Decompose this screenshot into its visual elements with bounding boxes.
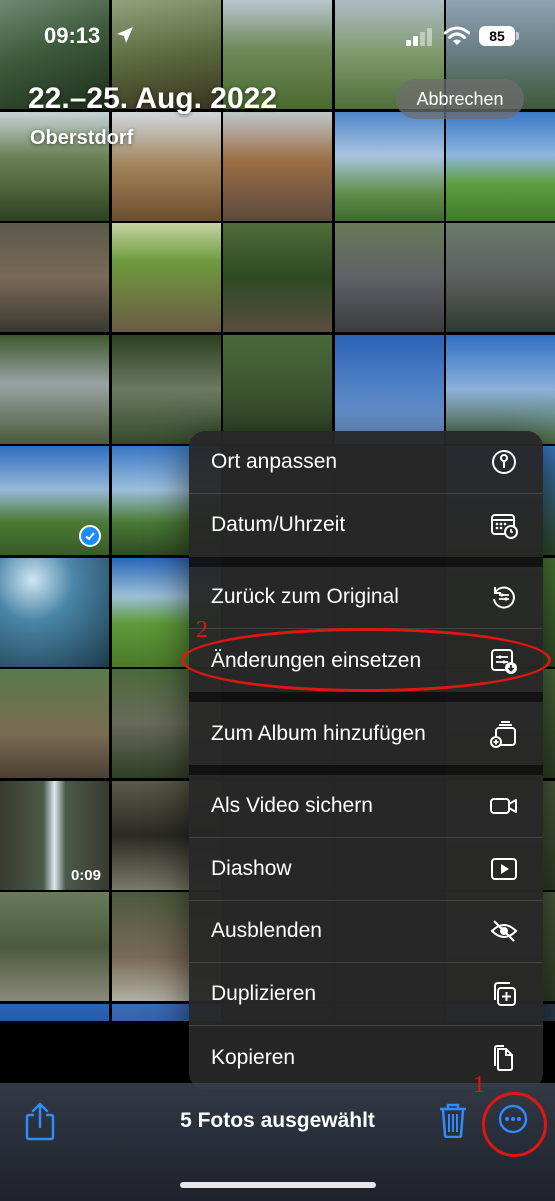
- revert-icon: [489, 582, 519, 612]
- add-album-icon: [489, 719, 519, 749]
- menu-item-slideshow[interactable]: Diashow: [189, 838, 543, 901]
- battery-cap: [516, 32, 519, 40]
- photo-thumbnail[interactable]: [0, 557, 109, 667]
- cancel-button[interactable]: Abbrechen: [396, 79, 524, 119]
- photo-thumbnail[interactable]: [223, 223, 332, 332]
- photo-thumbnail[interactable]: [223, 111, 332, 221]
- menu-item-label: Als Video sichern: [211, 793, 373, 817]
- video-thumbnail[interactable]: 0:09: [0, 780, 109, 890]
- eye-slash-icon: [489, 916, 519, 946]
- duplicate-icon: [489, 979, 519, 1009]
- menu-item-label: Duplizieren: [211, 982, 317, 1006]
- menu-item-revert-original[interactable]: Zurück zum Original: [189, 567, 543, 630]
- photo-thumbnail[interactable]: [0, 669, 109, 778]
- photo-thumbnail[interactable]: [0, 334, 109, 444]
- annotation-circle-more: [482, 1092, 547, 1157]
- photo-thumbnail[interactable]: [223, 334, 332, 444]
- status-bar: 09:13 85: [0, 0, 555, 62]
- video-duration: 0:09: [70, 866, 101, 884]
- menu-item-label: Datum/Uhrzeit: [211, 513, 346, 537]
- menu-section-divider: [189, 556, 543, 567]
- selected-check-icon: [79, 525, 101, 547]
- info-pin-icon: [489, 447, 519, 477]
- menu-item-label: Zurück zum Original: [211, 585, 399, 609]
- video-icon: [489, 791, 519, 821]
- photo-thumbnail[interactable]: [334, 334, 444, 444]
- menu-section-divider: [189, 692, 543, 703]
- photo-thumbnail[interactable]: [446, 111, 555, 221]
- wifi-icon: [444, 26, 470, 45]
- status-time: 09:13: [44, 23, 101, 48]
- annotation-ellipse-paste-edits: [181, 628, 551, 692]
- annotation-number-1: 1: [473, 1072, 485, 1098]
- photo-thumbnail[interactable]: [446, 334, 555, 444]
- menu-item-date-time[interactable]: Datum/Uhrzeit: [189, 494, 543, 557]
- home-indicator: [180, 1182, 376, 1188]
- photo-thumbnail[interactable]: [334, 223, 444, 332]
- photo-thumbnail[interactable]: [334, 111, 444, 221]
- photo-thumbnail[interactable]: [0, 892, 109, 1001]
- trash-icon[interactable]: [438, 1102, 468, 1138]
- menu-item-label: Ort anpassen: [211, 449, 338, 473]
- copy-icon: [489, 1043, 519, 1073]
- play-icon: [489, 854, 519, 884]
- actions-context-menu: Ort anpassen Datum/Uhrzeit Zurück zum Or…: [189, 431, 543, 1089]
- menu-item-duplicate[interactable]: Duplizieren: [189, 963, 543, 1027]
- photo-thumbnail[interactable]: [446, 223, 555, 332]
- annotation-number-2: 2: [196, 617, 208, 643]
- menu-item-adjust-location[interactable]: Ort anpassen: [189, 431, 543, 494]
- photo-thumbnail[interactable]: [0, 223, 109, 332]
- photo-thumbnail[interactable]: [111, 223, 221, 332]
- cellular-signal-icon: [406, 28, 432, 46]
- location-arrow-icon: [117, 27, 133, 43]
- album-date-title: 22.–25. Aug. 2022: [28, 82, 278, 115]
- menu-item-label: Diashow: [211, 856, 292, 880]
- menu-item-label: Ausblenden: [211, 919, 322, 943]
- photo-thumbnail[interactable]: [0, 1003, 109, 1021]
- photo-thumbnail-selected[interactable]: [0, 446, 109, 555]
- selection-count-label: 5 Fotos ausgewählt: [180, 1109, 375, 1132]
- menu-section-divider: [189, 764, 543, 775]
- menu-item-hide[interactable]: Ausblenden: [189, 901, 543, 964]
- menu-item-add-to-album[interactable]: Zum Album hinzufügen: [189, 702, 543, 765]
- calendar-clock-icon: [489, 510, 519, 540]
- menu-item-label: Kopieren: [211, 1045, 296, 1069]
- menu-item-label: Zum Album hinzufügen: [211, 721, 426, 745]
- album-location-subtitle: Oberstdorf: [30, 127, 134, 149]
- menu-item-save-as-video[interactable]: Als Video sichern: [189, 775, 543, 838]
- photo-thumbnail[interactable]: [111, 334, 221, 444]
- battery-indicator: 85: [479, 26, 515, 46]
- menu-item-copy[interactable]: Kopieren: [189, 1026, 543, 1089]
